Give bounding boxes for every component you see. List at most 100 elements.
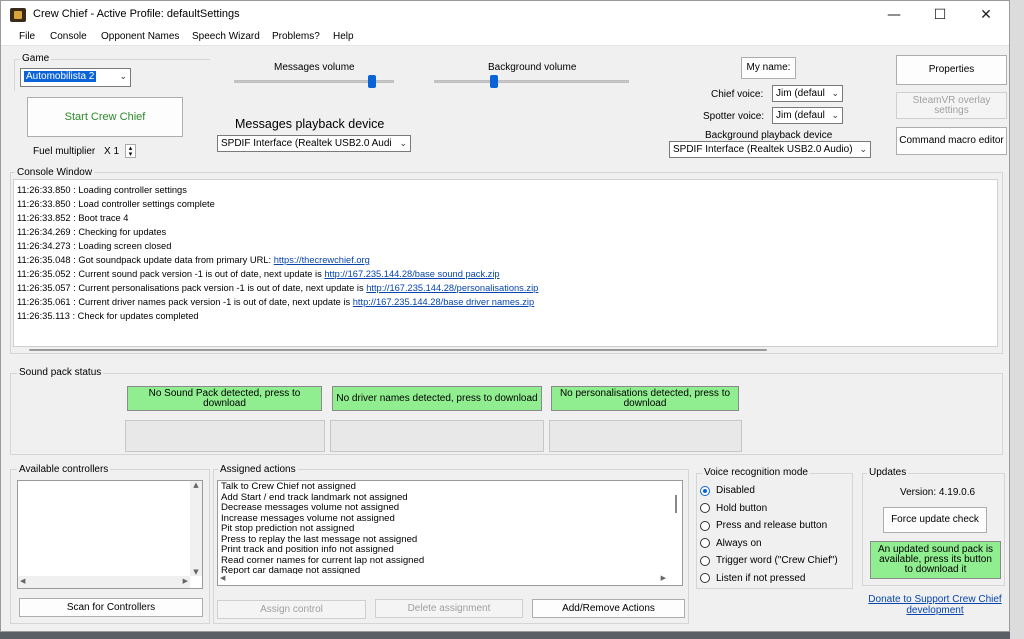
voice-mode-option-label: Press and release button [716, 520, 828, 532]
list-item[interactable]: Talk to Crew Chief not assigned [221, 482, 671, 493]
menu-help[interactable]: Help [333, 31, 354, 42]
command-macro-editor-button[interactable]: Command macro editor [896, 127, 1007, 155]
start-crew-chief-button[interactable]: Start Crew Chief [27, 97, 183, 137]
download-driver-names-button[interactable]: No driver names detected, press to downl… [332, 386, 542, 411]
console-line-text: 11:26:35.057 : Current personalisations … [17, 283, 367, 293]
donate-link[interactable]: Donate to Support Crew Chief development [863, 594, 1007, 616]
chief-voice-value: Jim (defaul [776, 88, 825, 99]
game-group-label: Game [20, 53, 52, 64]
console-window[interactable]: 11:26:33.850 : Loading controller settin… [13, 179, 998, 347]
assigned-actions-label: Assigned actions [218, 464, 298, 475]
messages-playback-device-value: SPDIF Interface (Realtek USB2.0 Audi [221, 138, 392, 149]
spotter-voice-label: Spotter voice: [703, 111, 765, 122]
background-volume-slider[interactable] [434, 74, 629, 94]
steamvr-overlay-settings-button[interactable]: SteamVR overlay settings [896, 92, 1007, 119]
chevron-down-icon: ⌄ [119, 71, 127, 81]
chevron-down-icon: ⌄ [831, 88, 839, 98]
fuel-multiplier-stepper[interactable]: ▴ ▾ [125, 144, 136, 158]
console-line-text: 11:26:35.048 : Got soundpack update data… [17, 255, 274, 265]
actions-vertical-scrollbar[interactable] [670, 481, 682, 573]
radio-button[interactable] [700, 503, 710, 514]
voice-mode-option-label: Disabled [716, 485, 755, 497]
updates-label: Updates [867, 467, 909, 478]
background-window [1010, 0, 1024, 639]
download-personalisations-button[interactable]: No personalisations detected, press to d… [551, 386, 739, 411]
minimize-button[interactable]: — [871, 1, 917, 29]
scroll-right-icon: ▶ [660, 574, 666, 582]
maximize-button[interactable]: ☐ [917, 1, 963, 29]
game-select[interactable]: Automobilista 2 ⌄ [20, 68, 131, 87]
console-line: 11:26:33.852 : Boot trace 4 [17, 211, 538, 225]
console-line: 11:26:35.052 : Current sound pack versio… [17, 267, 538, 281]
console-horizontal-scrollbar[interactable] [29, 349, 767, 351]
menu-speech-wizard[interactable]: Speech Wizard [192, 31, 260, 42]
console-line-text: 11:26:34.273 : Loading screen closed [17, 241, 172, 251]
console-line-link[interactable]: https://thecrewchief.org [274, 255, 370, 265]
console-line: 11:26:34.273 : Loading screen closed [17, 239, 538, 253]
assigned-actions-list[interactable]: Talk to Crew Chief not assigned Add Start… [217, 480, 683, 586]
list-item[interactable]: Pit stop prediction not assigned [221, 523, 671, 535]
messages-playback-device-select[interactable]: SPDIF Interface (Realtek USB2.0 Audi ⌄ [217, 135, 411, 152]
chief-voice-label: Chief voice: [711, 89, 764, 100]
scan-for-controllers-button[interactable]: Scan for Controllers [19, 598, 203, 617]
window-title: Crew Chief - Active Profile: defaultSett… [33, 8, 240, 20]
voice-mode-option[interactable]: Listen if not pressed [700, 570, 838, 588]
list-item[interactable]: Print track and position info not assign… [221, 544, 671, 556]
voice-mode-option[interactable]: Disabled [700, 482, 838, 500]
menu-problems[interactable]: Problems? [272, 31, 320, 42]
background-playback-device-select[interactable]: SPDIF Interface (Realtek USB2.0 Audio) ⌄ [669, 141, 871, 158]
radio-button[interactable] [700, 520, 710, 531]
console-line-text: 11:26:33.852 : Boot trace 4 [17, 213, 129, 223]
delete-assignment-button[interactable]: Delete assignment [375, 599, 523, 618]
messages-playback-device-label: Messages playback device [235, 117, 385, 131]
background-playback-device-value: SPDIF Interface (Realtek USB2.0 Audio) [673, 144, 853, 155]
controllers-vertical-scrollbar[interactable]: ▲ ▼ [190, 481, 202, 576]
console-line-text: 11:26:35.113 : Check for updates complet… [17, 311, 199, 321]
spotter-voice-value: Jim (defaul [776, 110, 825, 121]
radio-button[interactable] [700, 538, 710, 549]
voice-mode-option[interactable]: Trigger word ("Crew Chief") [700, 552, 838, 570]
crew-chief-window: Crew Chief - Active Profile: defaultSett… [0, 0, 1010, 632]
controllers-horizontal-scrollbar[interactable]: ◀ ▶ [18, 576, 190, 588]
controllers-list[interactable]: ▲ ▼ ◀ ▶ [17, 480, 203, 589]
console-line: 11:26:33.850 : Loading controller settin… [17, 183, 538, 197]
assign-control-button[interactable]: Assign control [217, 600, 366, 619]
actions-horizontal-scrollbar[interactable]: ◀ ▶ [218, 573, 670, 585]
console-line: 11:26:35.113 : Check for updates complet… [17, 309, 538, 323]
radio-button[interactable] [700, 573, 710, 584]
console-line-link[interactable]: http://167.235.144.28/personalisations.z… [366, 283, 538, 293]
console-line-link[interactable]: http://167.235.144.28/base driver names.… [353, 297, 534, 307]
voice-mode-option[interactable]: Always on [700, 535, 838, 553]
properties-button[interactable]: Properties [896, 55, 1007, 85]
console-window-label: Console Window [15, 167, 95, 178]
radio-button[interactable] [700, 555, 710, 566]
voice-mode-option-label: Hold button [716, 502, 768, 514]
voice-mode-option[interactable]: Press and release button [700, 517, 838, 535]
messages-volume-slider[interactable] [234, 74, 394, 94]
menu-console[interactable]: Console [50, 31, 87, 42]
updated-sound-pack-button[interactable]: An updated sound pack is available, pres… [870, 541, 1001, 579]
voice-mode-option-label: Listen if not pressed [716, 572, 806, 584]
console-line-link[interactable]: http://167.235.144.28/base sound pack.zi… [324, 269, 499, 279]
download-sound-pack-button[interactable]: No Sound Pack detected, press to downloa… [127, 386, 322, 411]
console-line: 11:26:35.057 : Current personalisations … [17, 281, 538, 295]
console-lines: 11:26:33.850 : Loading controller settin… [17, 183, 538, 323]
chevron-down-icon: ⌄ [831, 110, 839, 120]
voice-mode-option[interactable]: Hold button [700, 500, 838, 518]
menu-opponent-names[interactable]: Opponent Names [101, 31, 179, 42]
menu-file[interactable]: File [19, 31, 35, 42]
chevron-down-icon: ⌄ [859, 144, 867, 154]
available-controllers-label: Available controllers [17, 464, 111, 475]
list-item[interactable]: Decrease messages volume not assigned [221, 502, 671, 514]
messages-volume-thumb[interactable] [367, 75, 376, 88]
voice-recognition-mode-label: Voice recognition mode [702, 467, 810, 478]
spotter-voice-select[interactable]: Jim (defaul ⌄ [772, 107, 843, 124]
radio-button[interactable] [700, 485, 710, 496]
close-button[interactable]: ✕ [963, 1, 1009, 29]
add-remove-actions-button[interactable]: Add/Remove Actions [532, 599, 685, 618]
background-volume-track [434, 80, 629, 83]
background-volume-thumb[interactable] [490, 75, 499, 88]
force-update-check-button[interactable]: Force update check [883, 507, 987, 533]
chief-voice-select[interactable]: Jim (defaul ⌄ [772, 85, 843, 102]
my-name-button[interactable]: My name: [741, 57, 796, 79]
